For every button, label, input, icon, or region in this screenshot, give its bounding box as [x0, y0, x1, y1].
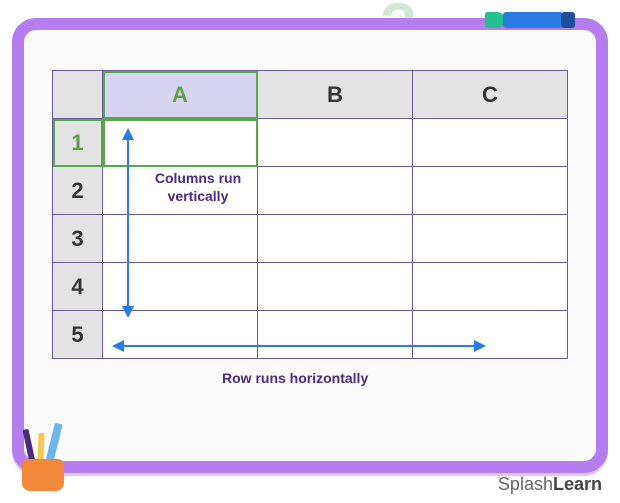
cell-c1 — [413, 119, 568, 167]
column-header-c: C — [413, 71, 568, 119]
cell-a4 — [103, 263, 258, 311]
cell-a1 — [103, 119, 258, 167]
column-header-a: A — [103, 71, 258, 119]
column-header-b: B — [258, 71, 413, 119]
column-note-label: Columns run vertically — [138, 170, 258, 205]
cell-a3 — [103, 215, 258, 263]
cell-b4 — [258, 263, 413, 311]
cell-b1 — [258, 119, 413, 167]
grid-diagram: A B C 1 2 — [52, 70, 568, 401]
cell-b3 — [258, 215, 413, 263]
cell-b2 — [258, 167, 413, 215]
grid-corner-cell — [53, 71, 103, 119]
cell-c4 — [413, 263, 568, 311]
brand-suffix: Learn — [553, 474, 602, 494]
brand-prefix: Splash — [498, 474, 553, 494]
cell-a5 — [103, 311, 258, 359]
decoration-pencil-cup — [14, 421, 74, 491]
row-header-2: 2 — [53, 167, 103, 215]
decoration-marker — [485, 10, 575, 32]
cell-c3 — [413, 215, 568, 263]
brand-logo: SplashLearn — [498, 474, 602, 495]
whiteboard-frame: A B C 1 2 — [12, 18, 608, 473]
row-header-5: 5 — [53, 311, 103, 359]
row-header-4: 4 — [53, 263, 103, 311]
cell-b5 — [258, 311, 413, 359]
cell-c5 — [413, 311, 568, 359]
row-header-1: 1 — [53, 119, 103, 167]
spreadsheet-grid: A B C 1 2 — [52, 70, 568, 359]
cell-c2 — [413, 167, 568, 215]
row-note-label: Row runs horizontally — [222, 370, 368, 386]
row-header-3: 3 — [53, 215, 103, 263]
